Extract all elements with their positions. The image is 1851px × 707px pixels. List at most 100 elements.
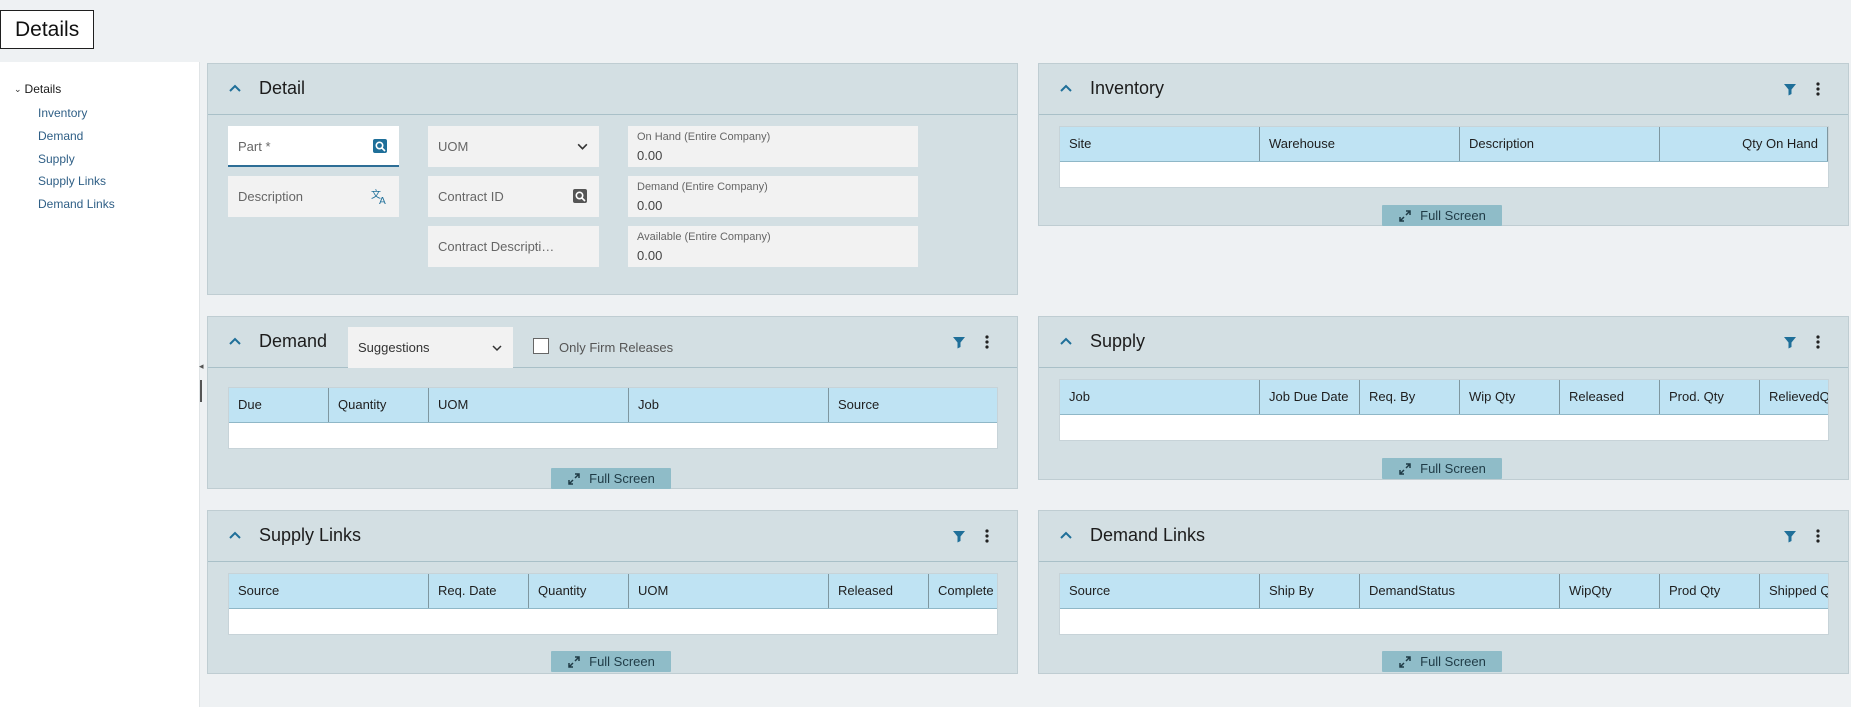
expand-icon [568,472,580,485]
column-header[interactable]: Req. Date [429,574,529,608]
demand-total-field: Demand (Entire Company) 0.00 [628,176,918,217]
demand-panel-header: Demand Suggestions Only Firm Releases [208,317,1017,368]
contract-description-field[interactable]: Contract Descripti… [428,226,599,267]
column-header[interactable]: Complete [929,574,997,608]
column-header[interactable]: RelievedQ [1760,380,1828,414]
sidebar-item-demand[interactable]: Demand [38,129,83,143]
demand-links-fullscreen-button[interactable]: Full Screen [1382,651,1502,672]
search-icon[interactable] [571,187,589,205]
contract-id-field[interactable]: Contract ID [428,176,599,217]
more-vertical-icon[interactable] [1810,81,1826,97]
only-firm-label: Only Firm Releases [559,340,674,355]
description-field[interactable]: Description 文A [228,176,399,217]
supply-links-fullscreen-button[interactable]: Full Screen [551,651,671,672]
column-header[interactable]: Source [229,574,429,608]
column-header[interactable]: Job [629,388,829,422]
column-header[interactable]: Source [1060,574,1260,608]
demand-title: Demand [259,331,328,351]
column-header[interactable]: Released [829,574,929,608]
filter-icon[interactable] [1782,334,1798,350]
uom-select[interactable]: UOM [428,126,599,167]
chevron-up-icon[interactable] [228,334,242,348]
column-header[interactable]: Source [829,388,997,422]
inventory-panel-header: Inventory [1039,64,1848,115]
more-vertical-icon[interactable] [979,528,995,544]
chevron-up-icon[interactable] [1059,528,1073,542]
column-header[interactable]: Quantity [529,574,629,608]
only-firm-checkbox[interactable] [533,338,549,354]
chevron-down-icon[interactable] [576,140,589,153]
column-header[interactable]: Wip Qty [1460,380,1560,414]
demand-links-title: Demand Links [1090,525,1206,545]
uom-label: UOM [438,139,469,154]
column-header[interactable]: WipQty [1560,574,1660,608]
available-value: 0.00 [637,248,663,263]
sidebar-splitter[interactable] [200,380,205,402]
column-header[interactable]: DemandStatus [1360,574,1560,608]
supply-links-grid: Source Req. Date Quantity UOM Released C… [228,573,998,635]
detail-panel: Detail Part * Description 文A UOM Contrac… [207,63,1018,295]
on-hand-field: On Hand (Entire Company) 0.00 [628,126,918,167]
detail-title: Detail [259,78,306,98]
demand-type-value: Suggestions [358,340,430,355]
page-title: Details [0,10,95,49]
column-header[interactable]: UOM [629,574,829,608]
chevron-down-icon [492,345,502,352]
column-header[interactable]: Qty On Hand [1660,127,1828,161]
sidebar-item-inventory[interactable]: Inventory [38,106,87,120]
column-header[interactable]: Due [229,388,329,422]
chevron-down-icon[interactable]: ⌄ [14,84,22,95]
column-header[interactable]: Warehouse [1260,127,1460,161]
fullscreen-label: Full Screen [589,654,655,669]
supply-panel: Supply Job Job Due Date Req. By Wip Qty … [1038,316,1849,480]
expand-icon [568,655,580,668]
column-header[interactable]: Released [1560,380,1660,414]
demand-fullscreen-button[interactable]: Full Screen [551,468,671,489]
column-header[interactable]: Site [1060,127,1260,161]
supply-title: Supply [1090,331,1146,351]
svg-text:A: A [379,196,386,205]
column-header[interactable]: Job Due Date [1260,380,1360,414]
demand-grid: Due Quantity UOM Job Source [228,387,998,449]
demand-total-label: Demand (Entire Company) [637,181,768,193]
fullscreen-label: Full Screen [589,471,655,486]
chevron-up-icon[interactable] [228,81,242,95]
demand-type-select[interactable]: Suggestions [348,327,513,368]
chevron-up-icon[interactable] [228,528,242,542]
column-header[interactable]: UOM [429,388,629,422]
filter-icon[interactable] [951,334,967,350]
search-icon[interactable] [371,137,389,155]
filter-icon[interactable] [1782,528,1798,544]
sidebar-item-supply[interactable]: Supply [38,152,75,166]
part-field[interactable]: Part * [228,126,399,167]
demand-links-grid-header: Source Ship By DemandStatus WipQty Prod … [1060,574,1828,609]
more-vertical-icon[interactable] [1810,528,1826,544]
chevron-up-icon[interactable] [1059,334,1073,348]
sidebar-item-demand-links[interactable]: Demand Links [38,197,115,211]
expand-icon [1399,462,1411,475]
filter-icon[interactable] [1782,81,1798,97]
chevron-up-icon[interactable] [1059,81,1073,95]
column-header[interactable]: Job [1060,380,1260,414]
column-header[interactable]: Prod. Qty [1660,380,1760,414]
column-header[interactable]: Req. By [1360,380,1460,414]
supply-fullscreen-button[interactable]: Full Screen [1382,458,1502,479]
contract-id-label: Contract ID [438,189,504,204]
column-header[interactable]: Description [1460,127,1660,161]
column-header[interactable]: Shipped Q [1760,574,1828,608]
collapse-sidebar-icon[interactable]: ◂ [199,361,204,372]
more-vertical-icon[interactable] [1810,334,1826,350]
on-hand-label: On Hand (Entire Company) [637,131,771,143]
column-header[interactable]: Prod Qty [1660,574,1760,608]
column-header[interactable]: Ship By [1260,574,1360,608]
sidebar-item-supply-links[interactable]: Supply Links [38,174,106,188]
more-vertical-icon[interactable] [979,334,995,350]
column-header[interactable]: Quantity [329,388,429,422]
translate-icon[interactable]: 文A [371,187,389,205]
inventory-panel: Inventory Site Warehouse Description Qty… [1038,63,1849,226]
on-hand-value: 0.00 [637,148,663,163]
contract-description-label: Contract Descripti… [438,239,555,254]
filter-icon[interactable] [951,528,967,544]
tree-root-details[interactable]: ⌄ Details [14,82,61,96]
inventory-fullscreen-button[interactable]: Full Screen [1382,205,1502,226]
